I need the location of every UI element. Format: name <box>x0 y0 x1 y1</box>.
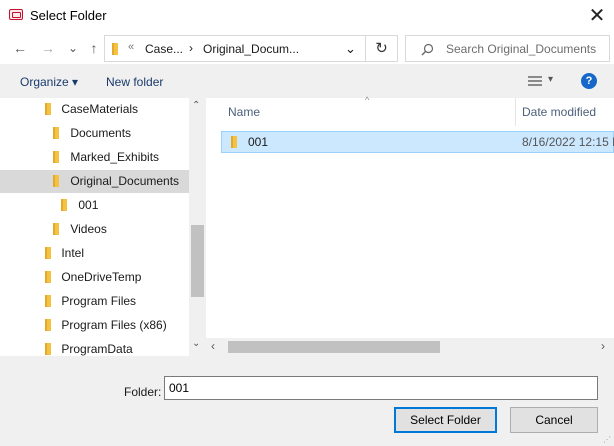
folder-label: Folder: <box>124 385 162 399</box>
file-name: 001 <box>248 135 269 149</box>
tree-scroll-thumb[interactable] <box>191 225 204 297</box>
browser-pane: CaseMaterials Documents Marked_Exhibits … <box>0 95 614 356</box>
help-icon[interactable]: ? <box>581 73 597 89</box>
folder-icon <box>45 319 51 331</box>
folder-icon <box>45 343 51 355</box>
scroll-down-icon[interactable]: ⌄ <box>192 338 200 349</box>
file-row[interactable]: 001 8/16/2022 12:15 PM <box>221 131 614 153</box>
back-arrow-icon[interactable]: ← <box>10 33 30 64</box>
scroll-right-icon[interactable]: › <box>601 339 605 353</box>
tree-item-videos[interactable]: Videos <box>0 218 189 241</box>
breadcrumb-separator: › <box>189 41 193 55</box>
breadcrumb-item-case[interactable]: Case... <box>145 42 183 56</box>
title-bar: Select Folder ✕ <box>0 0 614 33</box>
search-box[interactable]: Search Original_Documents <box>405 35 610 62</box>
folder-icon <box>45 247 51 259</box>
folder-icon <box>61 199 67 211</box>
tree-item-program-files-x86[interactable]: Program Files (x86) <box>0 314 189 337</box>
breadcrumb-overflow-icon[interactable]: « <box>128 41 134 53</box>
column-header-name[interactable]: Name <box>228 98 260 126</box>
close-icon[interactable]: ✕ <box>582 2 612 30</box>
folder-icon <box>45 271 51 283</box>
tree-item-onedrivetemp[interactable]: OneDriveTemp <box>0 266 189 289</box>
tree-item-label: Documents <box>70 126 132 140</box>
tree-item-intel[interactable]: Intel <box>0 242 189 265</box>
recent-locations-chevron-icon[interactable]: ⌄ <box>63 33 83 64</box>
tree-item-marked-exhibits[interactable]: Marked_Exhibits <box>0 146 189 169</box>
resize-grip-icon[interactable]: ⋰ <box>603 435 611 444</box>
address-bar[interactable]: « Case... › Original_Docum... ⌄ <box>104 35 366 62</box>
tree-item-label: Intel <box>61 246 85 260</box>
up-arrow-icon[interactable]: ↑ <box>84 33 104 64</box>
sort-ascending-icon: ^ <box>365 95 370 105</box>
folder-icon <box>45 103 51 115</box>
view-options-chevron-icon[interactable]: ▾ <box>548 74 553 85</box>
tree-item-label: Videos <box>70 222 107 236</box>
folder-icon <box>112 43 118 55</box>
tree-item-label: Program Files (x86) <box>61 318 167 332</box>
address-dropdown-chevron-icon[interactable]: ⌄ <box>345 41 356 57</box>
folder-icon <box>53 175 59 187</box>
tree-item-original-documents[interactable]: Original_Documents <box>0 170 189 193</box>
command-bar: Organize ▾ New folder ▾ ? <box>0 64 614 98</box>
select-folder-button[interactable]: Select Folder <box>394 407 497 433</box>
folder-icon <box>53 151 59 163</box>
column-header-date-modified[interactable]: Date modified <box>522 98 596 126</box>
folder-icon <box>53 127 59 139</box>
folder-icon <box>53 223 59 235</box>
organize-menu-button[interactable]: Organize ▾ <box>20 75 78 89</box>
search-icon <box>421 43 434 56</box>
tree-item-label: Marked_Exhibits <box>70 150 160 164</box>
folder-icon <box>45 295 51 307</box>
tree-item-programdata[interactable]: ProgramData <box>0 338 189 356</box>
breadcrumb-item-original-documents[interactable]: Original_Docum... <box>203 42 299 56</box>
tree-item-label: OneDriveTemp <box>61 270 142 284</box>
scroll-up-icon[interactable]: ⌃ <box>192 100 200 111</box>
folder-tree: CaseMaterials Documents Marked_Exhibits … <box>0 98 189 356</box>
tree-item-label: 001 <box>78 198 99 212</box>
window-title: Select Folder <box>30 8 107 23</box>
tree-item-label: Program Files <box>61 294 137 308</box>
tree-item-label: CaseMaterials <box>61 102 139 116</box>
tree-item-casematerials[interactable]: CaseMaterials <box>0 98 189 121</box>
view-options-icon[interactable] <box>528 76 542 86</box>
dialog-footer: Folder: Select Folder Cancel ⋰ <box>0 356 614 446</box>
tree-item-program-files[interactable]: Program Files <box>0 290 189 313</box>
column-divider[interactable] <box>515 98 516 126</box>
new-folder-button[interactable]: New folder <box>106 75 163 89</box>
cancel-button[interactable]: Cancel <box>510 407 598 433</box>
folder-input[interactable] <box>164 376 598 400</box>
scroll-left-icon[interactable]: ‹ <box>211 339 215 353</box>
file-date-modified: 8/16/2022 12:15 PM <box>522 135 614 149</box>
list-scroll-thumb[interactable] <box>228 341 440 353</box>
app-window-icon <box>9 9 23 20</box>
search-placeholder: Search Original_Documents <box>446 42 597 56</box>
tree-item-label: ProgramData <box>61 342 133 356</box>
tree-item-label: Original_Documents <box>70 174 180 188</box>
tree-item-documents[interactable]: Documents <box>0 122 189 145</box>
tree-item-001[interactable]: 001 <box>0 194 189 217</box>
forward-arrow-icon[interactable]: → <box>38 33 58 64</box>
refresh-icon[interactable]: ↻ <box>366 35 398 62</box>
navigation-bar: ← → ⌄ ↑ « Case... › Original_Docum... ⌄ … <box>0 33 614 64</box>
folder-icon <box>231 136 237 148</box>
